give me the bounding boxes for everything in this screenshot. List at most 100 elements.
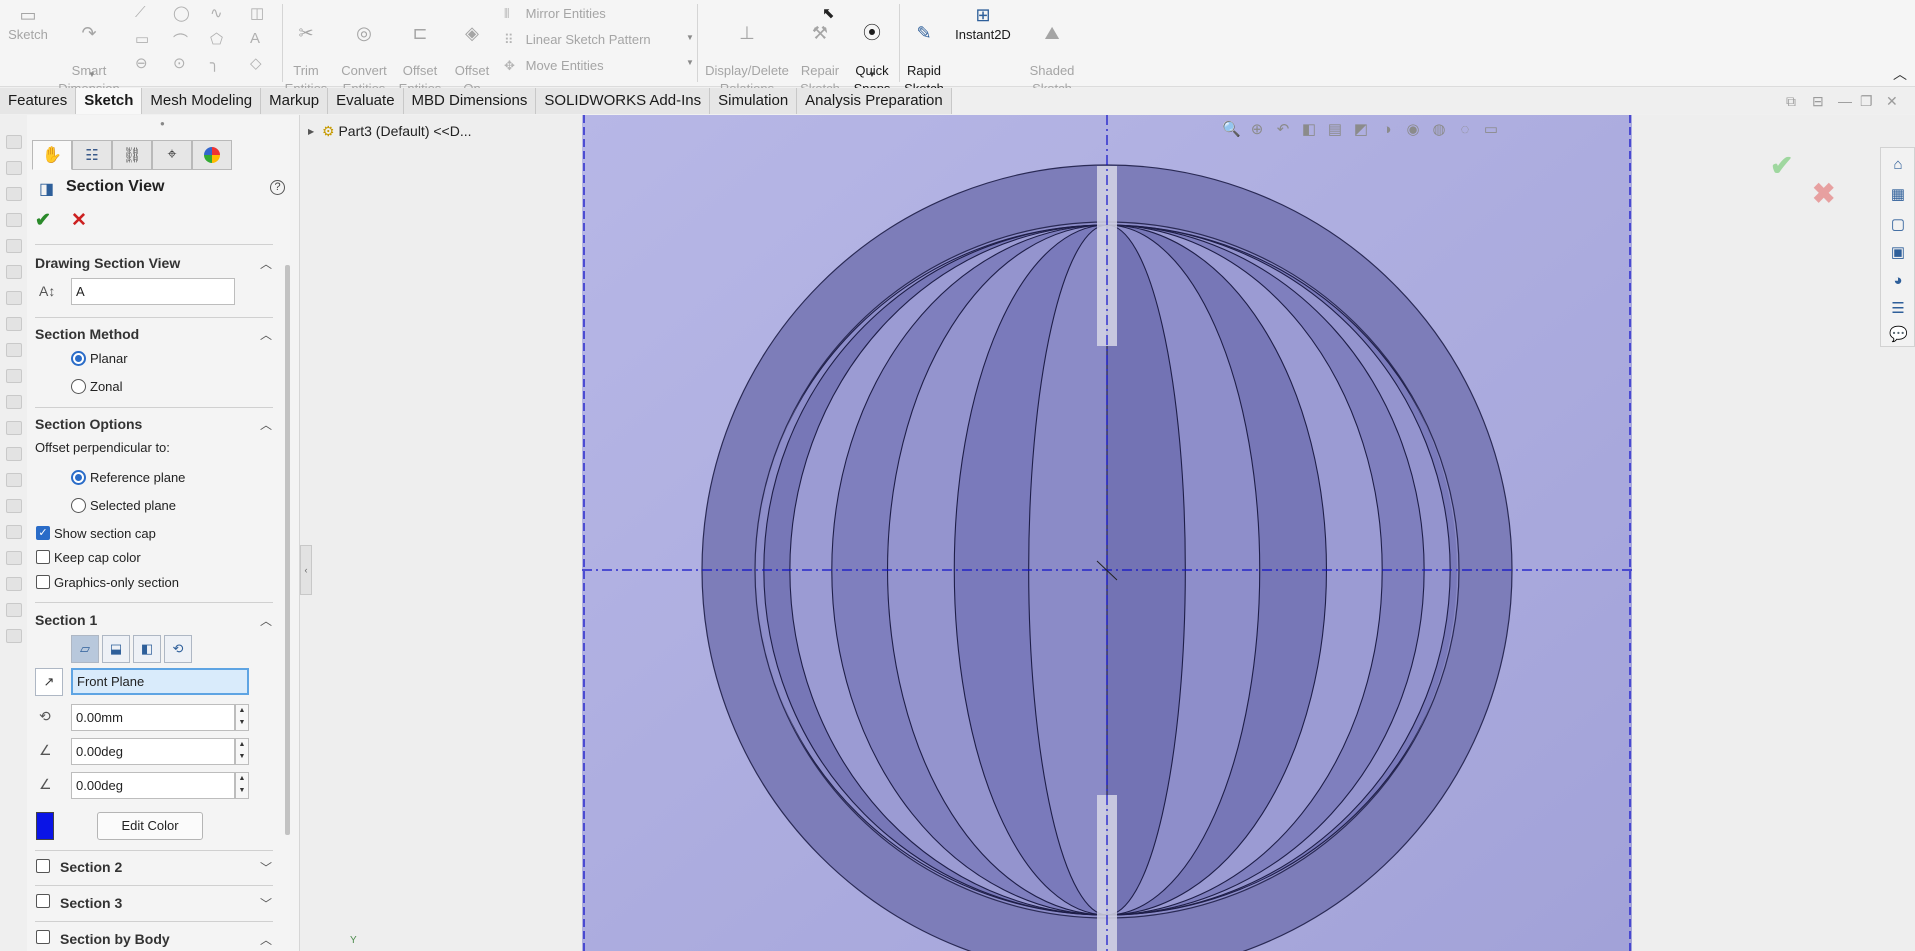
repair-sketch-command[interactable]: ⚒ Repair Sketch <box>796 4 844 98</box>
tab-markup[interactable]: Markup <box>261 88 329 114</box>
linear-sketch-pattern-command[interactable]: ⠿ Linear Sketch Pattern <box>504 32 651 48</box>
tool-icon[interactable] <box>6 187 22 201</box>
forum-icon[interactable]: 💬 <box>1889 326 1908 344</box>
tab-features[interactable]: Features <box>0 88 77 114</box>
tab-analysis-preparation[interactable]: Analysis Preparation <box>797 88 952 114</box>
home-icon[interactable]: ⌂ <box>1889 156 1907 174</box>
property-manager-scrollbar[interactable] <box>285 265 290 835</box>
dynamic-annotation-icon[interactable]: ▤ <box>1326 121 1344 139</box>
tool-icon[interactable] <box>6 577 22 591</box>
tool-icon[interactable] <box>6 343 22 357</box>
tool-icon[interactable] <box>6 239 22 253</box>
tab-sketch[interactable]: Sketch <box>76 88 143 114</box>
tab-solidworks-add-ins[interactable]: SOLIDWORKS Add-Ins <box>536 88 711 114</box>
view-orientation-icon[interactable]: ◩ <box>1352 121 1370 139</box>
display-manager-tab[interactable] <box>192 140 232 170</box>
trim-entities-command[interactable]: ✂ Trim Entities <box>282 4 330 98</box>
section-view-toggle-icon[interactable]: ◧ <box>1300 121 1318 139</box>
reverse-direction-button[interactable]: ⟲ <box>164 635 192 663</box>
hide-show-items-icon[interactable]: ◉ <box>1404 121 1422 139</box>
configuration-manager-tab[interactable]: ⛓ <box>112 140 152 170</box>
confirm-corner-cancel-icon[interactable]: ✖ <box>1812 177 1835 210</box>
planar-radio[interactable] <box>71 351 86 366</box>
panel-grip-icon[interactable]: ● <box>160 119 165 128</box>
tool-icon[interactable] <box>6 213 22 227</box>
ok-checkmark-icon[interactable]: ✔ <box>35 209 51 232</box>
convert-entities-command[interactable]: ◎ Convert Entities <box>334 4 394 98</box>
show-section-cap-checkbox[interactable]: ✓ <box>36 526 50 540</box>
tool-icon[interactable] <box>6 473 22 487</box>
slot-icon[interactable]: ⊖ <box>135 54 148 72</box>
front-plane-button[interactable]: ▱ <box>71 635 99 663</box>
line-icon[interactable]: ⟋ <box>135 4 146 21</box>
property-manager-tab[interactable]: ✋ <box>32 140 72 170</box>
quick-snaps-dropdown-icon[interactable]: ▼ <box>868 70 876 79</box>
reference-plane-field[interactable]: Front Plane <box>71 668 249 695</box>
3d-viewport[interactable]: 🔍 ⊕ ↶ ◧ ▤ ◩ ◑ ◉ ◍ ◌ ▭ <box>582 115 1632 951</box>
tool-icon[interactable] <box>6 369 22 383</box>
tool-icon[interactable] <box>6 629 22 643</box>
tool-icon[interactable] <box>6 135 22 149</box>
feature-manager-tab[interactable]: ☷ <box>72 140 112 170</box>
tool-icon[interactable] <box>6 265 22 279</box>
offset-entities-command[interactable]: ⊏ Offset Entities <box>396 4 444 98</box>
offset-distance-spinner[interactable]: ▲ ▼ <box>235 704 249 731</box>
move-entities-command[interactable]: ✥ Move Entities <box>504 58 604 74</box>
right-plane-button[interactable]: ◧ <box>133 635 161 663</box>
chamfer-icon[interactable]: ◇ <box>250 54 262 72</box>
keep-cap-color-checkbox[interactable] <box>36 550 50 564</box>
display-delete-relations-command[interactable]: ⊥ Display/Delete Relations <box>700 4 794 98</box>
point-icon[interactable]: ⊙ <box>173 54 186 72</box>
tool-icon[interactable] <box>6 499 22 513</box>
feature-tree-root[interactable]: ⚙ Part3 (Default) <<D... <box>322 123 472 140</box>
tool-icon[interactable] <box>6 421 22 435</box>
zonal-radio[interactable] <box>71 379 86 394</box>
close-document-icon[interactable]: ✕ <box>1886 93 1898 110</box>
centerline-icon[interactable]: ╮ <box>210 54 219 72</box>
smart-dimension-dropdown-icon[interactable]: ▼ <box>88 70 96 79</box>
rotation-y-field[interactable]: 0.00deg <box>71 772 235 799</box>
collapse-chevron-icon[interactable]: ︿ <box>260 931 272 948</box>
rotation-x-field[interactable]: 0.00deg <box>71 738 235 765</box>
edit-appearance-icon[interactable]: ◍ <box>1430 121 1448 139</box>
tool-icon[interactable] <box>6 291 22 305</box>
view-settings-icon[interactable]: ▭ <box>1482 121 1500 139</box>
tool-icon[interactable] <box>6 447 22 461</box>
section3-checkbox[interactable] <box>36 894 50 908</box>
appearances-icon[interactable]: ◕ <box>1889 272 1907 290</box>
section-by-body-checkbox[interactable] <box>36 930 50 944</box>
collapse-chevron-icon[interactable]: ︿ <box>260 255 272 272</box>
sketch-command[interactable]: ▭ Sketch <box>4 4 52 44</box>
rotation-x-spinner[interactable]: ▲ ▼ <box>235 738 249 765</box>
rapid-sketch-command[interactable]: ✎ Rapid Sketch <box>900 4 948 98</box>
tool-icon[interactable] <box>6 395 22 409</box>
tool-icon[interactable] <box>6 603 22 617</box>
file-explorer-icon[interactable]: ▢ <box>1889 216 1907 234</box>
custom-properties-icon[interactable]: ☰ <box>1889 300 1907 318</box>
design-library-icon[interactable]: ▦ <box>1889 186 1907 204</box>
help-icon[interactable]: ? <box>270 180 285 195</box>
minimize-icon[interactable]: — <box>1838 93 1852 109</box>
tile-vertical-icon[interactable]: ⊟ <box>1812 93 1824 110</box>
section2-checkbox[interactable] <box>36 859 50 873</box>
tool-icon[interactable] <box>6 317 22 331</box>
tool-icon[interactable] <box>6 525 22 539</box>
zoom-to-area-icon[interactable]: ⊕ <box>1248 121 1266 139</box>
collapse-chevron-icon[interactable]: ︿ <box>260 326 272 343</box>
expand-chevron-icon[interactable]: ﹀ <box>260 859 272 876</box>
section-color-swatch[interactable] <box>36 812 54 840</box>
restore-icon[interactable]: ❐ <box>1860 93 1873 110</box>
selected-plane-radio[interactable] <box>71 498 86 513</box>
dimxpert-manager-tab[interactable]: ⌖ <box>152 140 192 170</box>
collapse-ribbon-icon[interactable]: ︿ <box>1893 64 1907 84</box>
collapse-chevron-icon[interactable]: ︿ <box>260 416 272 433</box>
section-name-field[interactable]: A <box>71 278 235 305</box>
instant2d-command[interactable]: ⊞ Instant2D <box>950 4 1016 44</box>
tab-simulation[interactable]: Simulation <box>710 88 798 114</box>
tab-evaluate[interactable]: Evaluate <box>328 88 404 114</box>
spline-icon[interactable]: ∿ <box>210 4 223 22</box>
quick-snaps-command[interactable]: ⦿ Quick Snaps <box>848 4 896 98</box>
tab-mesh-modeling[interactable]: Mesh Modeling <box>142 88 262 114</box>
previous-view-icon[interactable]: ↶ <box>1274 121 1292 139</box>
polygon-icon[interactable]: ⬠ <box>210 30 223 48</box>
